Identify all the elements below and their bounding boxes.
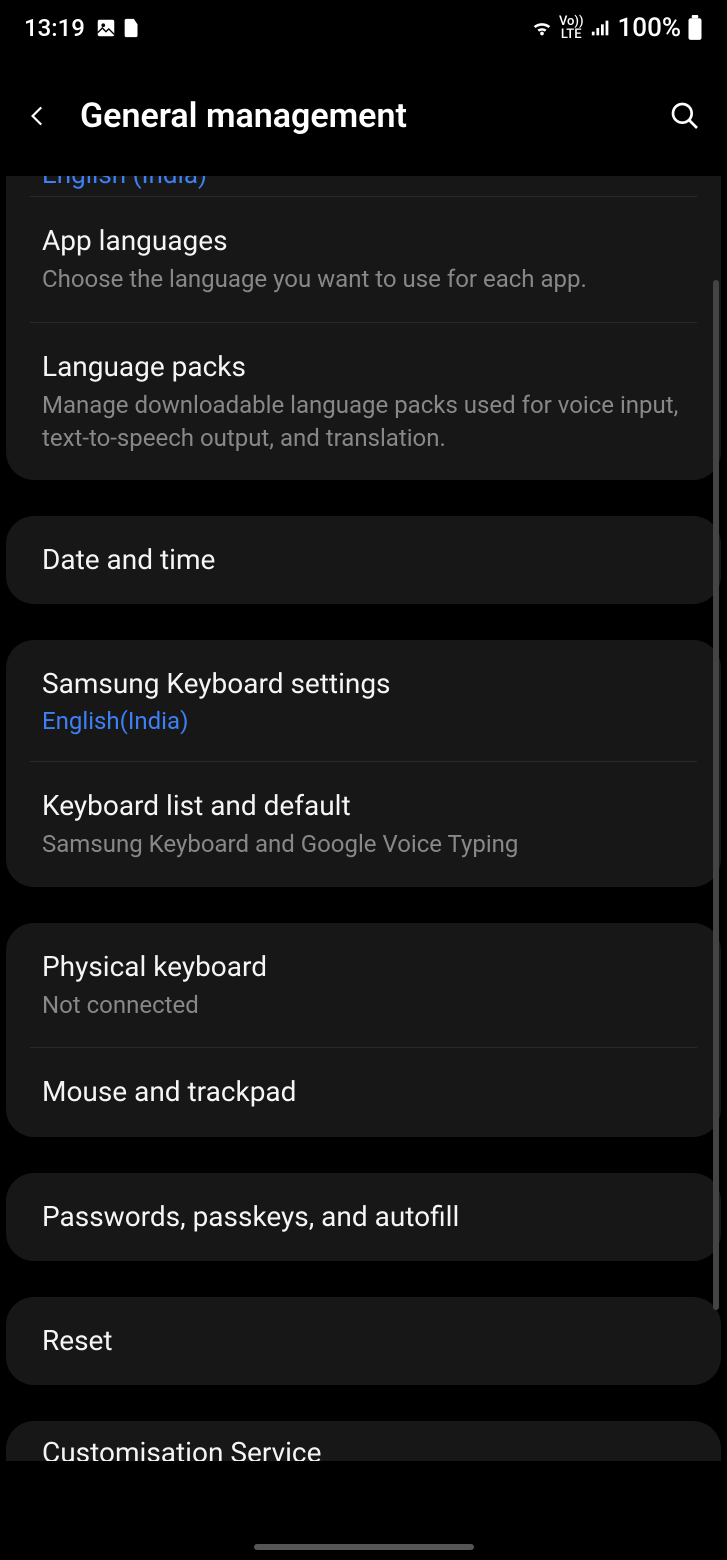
volte-icon: Vo))LTE	[559, 15, 584, 41]
item-title: Mouse and trackpad	[42, 1074, 685, 1110]
list-item-mouse-trackpad[interactable]: Mouse and trackpad	[30, 1048, 697, 1136]
page-title: General management	[80, 96, 639, 136]
item-sub: Samsung Keyboard and Google Voice Typing	[42, 828, 685, 860]
settings-list[interactable]: English (India) App languages Choose the…	[0, 176, 727, 1461]
nav-indicator[interactable]	[254, 1544, 474, 1550]
item-sub: Manage downloadable language packs used …	[42, 389, 685, 454]
settings-group: Customisation Service	[6, 1421, 721, 1461]
signal-icon	[590, 18, 612, 38]
list-item-reset[interactable]: Reset	[6, 1297, 721, 1385]
chevron-left-icon	[25, 103, 51, 129]
list-item[interactable]: English (India)	[6, 176, 721, 196]
list-item-date-time[interactable]: Date and time	[6, 516, 721, 604]
status-left: 13:19	[24, 14, 143, 42]
status-bar: 13:19 Vo))LTE 100%	[0, 0, 727, 56]
phone-icon	[121, 17, 143, 39]
status-time: 13:19	[24, 14, 85, 42]
settings-group: Reset	[6, 1297, 721, 1385]
item-sub: Choose the language you want to use for …	[42, 263, 685, 295]
item-title: Customisation Service	[42, 1435, 685, 1461]
settings-group: Date and time	[6, 516, 721, 604]
item-sub: Not connected	[42, 989, 685, 1021]
list-item-keyboard-settings[interactable]: Samsung Keyboard settings English(India)	[6, 640, 721, 760]
battery-icon	[687, 15, 703, 41]
back-button[interactable]	[22, 100, 54, 132]
list-item-keyboard-list[interactable]: Keyboard list and default Samsung Keyboa…	[30, 762, 697, 887]
item-title: Keyboard list and default	[42, 788, 685, 824]
battery-percent: 100%	[618, 13, 681, 43]
item-title: Reset	[42, 1323, 685, 1359]
header: General management	[0, 56, 727, 176]
item-title: App languages	[42, 223, 685, 259]
item-sub: English(India)	[42, 707, 685, 735]
settings-group: Physical keyboard Not connected Mouse an…	[6, 923, 721, 1137]
item-title: Date and time	[42, 542, 685, 578]
list-item-physical-keyboard[interactable]: Physical keyboard Not connected	[6, 923, 721, 1048]
settings-group: English (India) App languages Choose the…	[6, 176, 721, 480]
status-right: Vo))LTE 100%	[531, 13, 703, 43]
settings-group: Samsung Keyboard settings English(India)…	[6, 640, 721, 886]
wifi-icon	[531, 18, 553, 38]
item-title: Physical keyboard	[42, 949, 685, 985]
settings-group: Passwords, passkeys, and autofill	[6, 1173, 721, 1261]
status-notif-icons	[95, 17, 143, 39]
list-item-passwords[interactable]: Passwords, passkeys, and autofill	[6, 1173, 721, 1261]
search-icon	[669, 100, 701, 132]
list-item-customisation[interactable]: Customisation Service	[6, 1421, 721, 1461]
item-sub: English (India)	[42, 176, 207, 190]
item-title: Samsung Keyboard settings	[42, 666, 685, 702]
item-title: Passwords, passkeys, and autofill	[42, 1199, 685, 1235]
item-title: Language packs	[42, 349, 685, 385]
list-item-language-packs[interactable]: Language packs Manage downloadable langu…	[30, 323, 697, 480]
list-item-app-languages[interactable]: App languages Choose the language you wa…	[30, 197, 697, 322]
scrollbar[interactable]	[713, 280, 719, 1310]
gallery-icon	[95, 17, 117, 39]
search-button[interactable]	[665, 96, 705, 136]
